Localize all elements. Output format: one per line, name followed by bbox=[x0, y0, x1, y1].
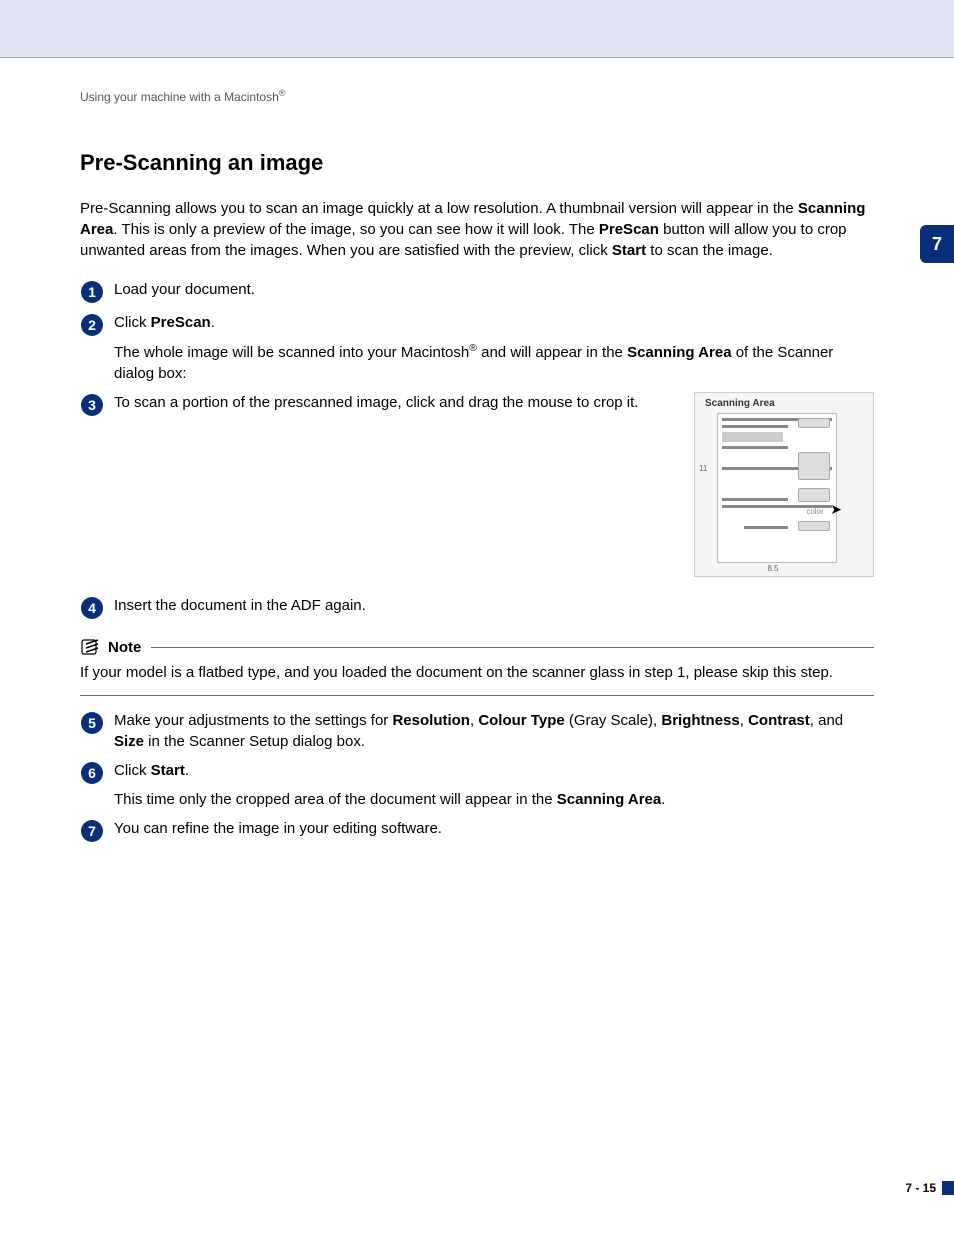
step-number-icon: 1 bbox=[80, 280, 104, 304]
step-text: Click bbox=[114, 314, 151, 331]
step-bold-colour-type: Colour Type bbox=[478, 712, 564, 729]
step-bold-brightness: Brightness bbox=[661, 712, 739, 729]
svg-text:7: 7 bbox=[88, 823, 96, 839]
note-icon bbox=[80, 638, 102, 656]
step-text: Click bbox=[114, 762, 151, 779]
step-bold-scanning-area: Scanning Area bbox=[627, 344, 731, 361]
figure-ruler-left: 11 bbox=[699, 463, 707, 474]
step-extra-text: This time only the cropped area of the d… bbox=[114, 791, 557, 808]
svg-text:6: 6 bbox=[88, 765, 96, 781]
step-text: , and bbox=[810, 712, 843, 729]
step-text: (Gray Scale), bbox=[565, 712, 662, 729]
step-bold-size: Size bbox=[114, 733, 144, 750]
step-text: Make your adjustments to the settings fo… bbox=[114, 712, 392, 729]
intro-paragraph: Pre-Scanning allows you to scan an image… bbox=[80, 198, 874, 261]
step-bold-contrast: Contrast bbox=[748, 712, 810, 729]
intro-text: . This is only a preview of the image, s… bbox=[113, 221, 599, 238]
divider bbox=[80, 695, 874, 696]
step-1: 1 Load your document. bbox=[80, 279, 874, 304]
step-body: To scan a portion of the prescanned imag… bbox=[114, 392, 874, 577]
step-5: 5 Make your adjustments to the settings … bbox=[80, 710, 874, 752]
top-banner bbox=[0, 0, 954, 58]
step-number-icon: 7 bbox=[80, 819, 104, 843]
svg-text:4: 4 bbox=[88, 600, 96, 616]
figure-line bbox=[722, 425, 788, 428]
footer-bar bbox=[942, 1181, 954, 1195]
intro-text: to scan the image. bbox=[646, 242, 773, 259]
step-extra-sup: ® bbox=[469, 342, 477, 354]
step-4: 4 Insert the document in the ADF again. bbox=[80, 595, 874, 620]
page-title: Pre-Scanning an image bbox=[80, 150, 874, 176]
step-bold-scanning-area: Scanning Area bbox=[557, 791, 661, 808]
step-extra: This time only the cropped area of the d… bbox=[114, 789, 874, 810]
scanning-area-figure: Scanning Area 11 bbox=[694, 392, 874, 577]
step-number-icon: 2 bbox=[80, 313, 104, 337]
step-number-icon: 5 bbox=[80, 711, 104, 735]
step-number-icon: 4 bbox=[80, 596, 104, 620]
step-bold-start: Start bbox=[151, 762, 185, 779]
step-7: 7 You can refine the image in your editi… bbox=[80, 818, 874, 843]
intro-bold-prescan: PreScan bbox=[599, 221, 659, 238]
svg-text:2: 2 bbox=[88, 317, 96, 333]
breadcrumb: Using your machine with a Macintosh® bbox=[80, 88, 874, 104]
step-extra-text: The whole image will be scanned into you… bbox=[114, 344, 469, 361]
breadcrumb-sup: ® bbox=[279, 88, 286, 98]
figure-title: Scanning Area bbox=[699, 397, 869, 411]
step-bold-resolution: Resolution bbox=[392, 712, 470, 729]
step-text: in the Scanner Setup dialog box. bbox=[144, 733, 365, 750]
figure-line bbox=[722, 446, 788, 449]
step-text: . bbox=[211, 314, 215, 331]
figure-line bbox=[744, 526, 788, 529]
figure-thumb bbox=[798, 452, 830, 480]
figure-block bbox=[722, 432, 783, 442]
step-extra-text: . bbox=[661, 791, 665, 808]
figure-line bbox=[722, 498, 788, 501]
step-2: 2 Click PreScan. The whole image will be… bbox=[80, 312, 874, 384]
figure-document: color ➤ bbox=[717, 413, 837, 563]
intro-text: Pre-Scanning allows you to scan an image… bbox=[80, 200, 798, 217]
step-3: 3 To scan a portion of the prescanned im… bbox=[80, 392, 874, 577]
step-text: To scan a portion of the prescanned imag… bbox=[114, 392, 674, 413]
note-header: Note bbox=[80, 638, 874, 656]
svg-text:3: 3 bbox=[88, 397, 96, 413]
step-extra-text: and will appear in the bbox=[477, 344, 627, 361]
step-number-icon: 3 bbox=[80, 393, 104, 417]
figure-ruler-bottom: 8.5 bbox=[713, 563, 833, 574]
step-extra: The whole image will be scanned into you… bbox=[114, 341, 874, 384]
figure-thumb bbox=[798, 521, 830, 531]
figure-thumb bbox=[798, 418, 830, 428]
step-body: You can refine the image in your editing… bbox=[114, 818, 874, 843]
chapter-tab: 7 bbox=[920, 225, 954, 263]
note-body: If your model is a flatbed type, and you… bbox=[80, 662, 874, 683]
step-body: Click Start. This time only the cropped … bbox=[114, 760, 874, 810]
cursor-icon: ➤ bbox=[830, 500, 842, 520]
step-6: 6 Click Start. This time only the croppe… bbox=[80, 760, 874, 810]
svg-text:1: 1 bbox=[88, 284, 96, 300]
page-number: 7 - 15 bbox=[905, 1181, 936, 1195]
step-text: , bbox=[740, 712, 748, 729]
figure-side-thumbs: color bbox=[798, 418, 832, 535]
step-text: . bbox=[185, 762, 189, 779]
note-block: Note If your model is a flatbed type, an… bbox=[80, 638, 874, 696]
step-body: Load your document. bbox=[114, 279, 874, 304]
figure-thumb bbox=[798, 488, 830, 502]
svg-text:5: 5 bbox=[88, 715, 96, 731]
step-bold-prescan: PreScan bbox=[151, 314, 211, 331]
note-label: Note bbox=[108, 639, 141, 656]
figure-color-label: color bbox=[798, 506, 832, 517]
step-body: Click PreScan. The whole image will be s… bbox=[114, 312, 874, 384]
step-body: Make your adjustments to the settings fo… bbox=[114, 710, 874, 752]
divider bbox=[151, 647, 874, 648]
step-body: Insert the document in the ADF again. bbox=[114, 595, 874, 620]
page-footer: 7 - 15 bbox=[905, 1181, 954, 1195]
breadcrumb-text: Using your machine with a Macintosh bbox=[80, 90, 279, 104]
intro-bold-start: Start bbox=[612, 242, 646, 259]
page-content: Using your machine with a Macintosh® Pre… bbox=[0, 58, 954, 843]
step-number-icon: 6 bbox=[80, 761, 104, 785]
